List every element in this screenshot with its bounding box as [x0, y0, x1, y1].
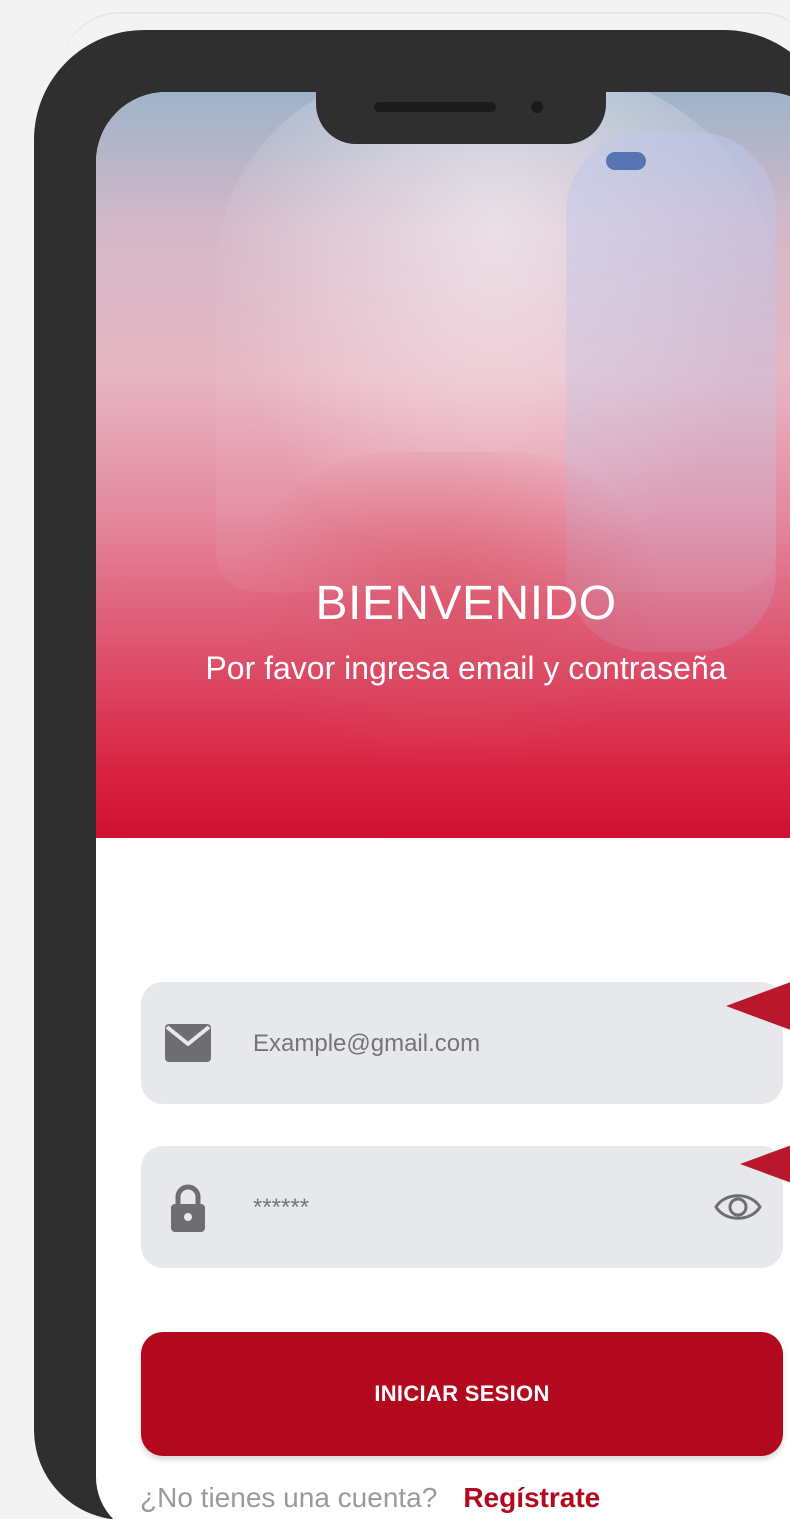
phone-screen: BIENVENIDO Por favor ingresa email y con…: [96, 92, 790, 1519]
email-field[interactable]: [141, 982, 783, 1106]
phone-frame: BIENVENIDO Por favor ingresa email y con…: [34, 30, 790, 1519]
password-pointer-arrow: [740, 1142, 790, 1186]
login-button[interactable]: INICIAR SESION: [141, 1332, 783, 1456]
hero-photo-pen: [606, 152, 646, 170]
phone-notch: [316, 70, 606, 144]
register-link[interactable]: Regístrate: [463, 1482, 600, 1513]
notch-camera: [531, 101, 543, 113]
hero-banner: BIENVENIDO Por favor ingresa email y con…: [96, 92, 790, 838]
welcome-title: BIENVENIDO: [315, 577, 617, 630]
screenshot-stage: BIENVENIDO Por favor ingresa email y con…: [0, 0, 790, 1519]
signup-prompt: ¿No tienes una cuenta? Regístrate: [140, 1476, 600, 1519]
password-field[interactable]: [141, 1146, 783, 1270]
welcome-subtitle: Por favor ingresa email y contraseña: [205, 650, 727, 686]
envelope-icon: [165, 1024, 211, 1062]
password-input[interactable]: [251, 1146, 685, 1270]
notch-speaker: [374, 102, 496, 112]
lock-icon: [171, 1184, 205, 1232]
email-pointer-arrow: [726, 980, 790, 1032]
eye-icon[interactable]: [713, 1186, 763, 1228]
email-input[interactable]: [251, 982, 685, 1106]
signup-question: ¿No tienes una cuenta?: [140, 1482, 438, 1513]
